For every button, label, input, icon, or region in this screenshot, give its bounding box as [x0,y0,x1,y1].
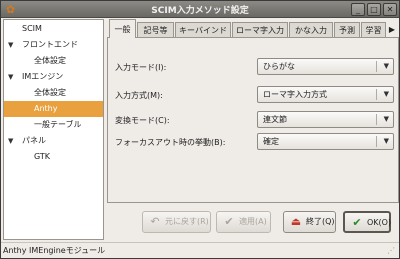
tree-item-frontend[interactable]: ▼ フロントエンド [4,37,103,53]
status-text: Anthy IMEngineモジュール [3,246,106,255]
title-bar[interactable]: ✿ SCIM入力メソッド設定 _ □ ✕ [1,1,399,18]
apply-button[interactable]: ✔ 適用(A) [216,211,271,233]
dropdown-arrow-icon: ▼ [383,62,389,70]
expander-down-icon[interactable]: ▼ [8,69,13,85]
module-tree: SCIM ▼ フロントエンド 全体設定 ▼ IMエンジン 全体設定 Anthy … [3,19,104,240]
window-title: SCIM入力メソッド設定 [151,6,249,16]
dropdown-arrow-icon: ▼ [383,137,389,145]
tab-learning[interactable]: 学習 [361,22,386,38]
input-mode-label: 入力モード(I): [115,63,167,72]
tree-item-anthy[interactable]: Anthy [4,101,103,117]
apply-check-icon: ✔ [224,215,234,228]
quit-button-label: 終了(Q) [306,217,335,226]
revert-button-label: 元に戻す(R) [165,217,209,226]
dropdown-arrow-icon: ▼ [383,115,389,123]
tree-item-generic-table[interactable]: 一般テーブル [4,117,103,133]
tab-kana-input[interactable]: かな入力 [289,22,333,38]
settings-notebook: 一般 記号等 キーバインド ローマ字入力 かな入力 予測 学習 ▶ 入力モード(… [107,19,399,203]
close-icon[interactable]: ✕ [383,3,397,16]
quit-button[interactable]: ⏏ 終了(Q) [283,211,336,233]
combo-value: 確定 [263,137,279,146]
tree-item-label: Anthy [34,104,58,113]
tree-item-label: 全体設定 [34,88,66,97]
tab-general[interactable]: 一般 [109,19,136,38]
expander-down-icon[interactable]: ▼ [8,37,13,53]
tree-item-label: フロントエンド [22,40,78,49]
quit-exit-icon: ⏏ [290,215,302,228]
focus-out-select[interactable]: 確定 ▼ [257,133,394,150]
tree-item-label: パネル [22,136,46,145]
tree-item-label: 一般テーブル [34,120,82,129]
tree-item-panel[interactable]: ▼ パネル [4,133,103,149]
input-mode-select[interactable]: ひらがな ▼ [257,58,394,75]
undo-icon: ↶ [150,215,160,228]
combo-value: ローマ字入力方式 [263,90,327,99]
combo-separator [376,89,377,100]
focus-out-label: フォーカスアウト時の挙動(B): [115,138,226,147]
tree-item-imengine[interactable]: ▼ IMエンジン [4,69,103,85]
ok-button[interactable]: ✔ OK(O) [343,211,391,233]
combo-value: 連文節 [263,115,287,124]
tree-item-label: SCIM [22,24,42,33]
ok-button-label: OK(O) [367,218,392,227]
maximize-icon[interactable]: □ [367,3,381,16]
combo-separator [376,61,377,72]
tree-item-gtk[interactable]: GTK [4,149,103,165]
tree-item-scim[interactable]: SCIM [4,21,103,37]
apply-button-label: 適用(A) [239,217,267,226]
tab-strip: 一般 記号等 キーバインド ローマ字入力 かな入力 予測 学習 ▶ [107,19,399,38]
minimize-icon[interactable]: _ [351,3,365,16]
tab-symbols[interactable]: 記号等 [137,22,174,38]
ok-check-icon: ✔ [352,216,362,229]
input-method-select[interactable]: ローマ字入力方式 ▼ [257,86,394,103]
tab-scroll-right-icon[interactable]: ▶ [386,22,398,38]
tree-item-label: 全体設定 [34,56,66,65]
conversion-mode-label: 変換モード(C): [115,116,170,125]
tree-item-frontend-global[interactable]: 全体設定 [4,53,103,69]
tree-item-label: GTK [34,152,51,161]
combo-separator [376,114,377,125]
status-bar: Anthy IMEngineモジュール ⋰ [1,242,399,258]
tab-romaji-input[interactable]: ローマ字入力 [232,22,288,38]
dropdown-arrow-icon: ▼ [383,90,389,98]
conversion-mode-select[interactable]: 連文節 ▼ [257,111,394,128]
revert-button[interactable]: ↶ 元に戻す(R) [142,211,211,233]
combo-value: ひらがな [263,62,295,71]
tree-item-imengine-global[interactable]: 全体設定 [4,85,103,101]
tree-item-label: IMエンジン [22,72,64,81]
tab-keybindings[interactable]: キーバインド [175,22,231,38]
input-method-label: 入力方式(M): [115,91,163,100]
expander-down-icon[interactable]: ▼ [8,133,13,149]
tab-prediction[interactable]: 予測 [334,22,360,38]
resize-grip-icon[interactable]: ⋰ [387,246,397,256]
general-page: 入力モード(I): ひらがな ▼ 入力方式(M): ローマ字入力方式 ▼ 変換モ… [107,37,399,203]
combo-separator [376,136,377,147]
settings-window: ✿ SCIM入力メソッド設定 _ □ ✕ SCIM ▼ フロントエンド 全体設定… [0,0,400,259]
